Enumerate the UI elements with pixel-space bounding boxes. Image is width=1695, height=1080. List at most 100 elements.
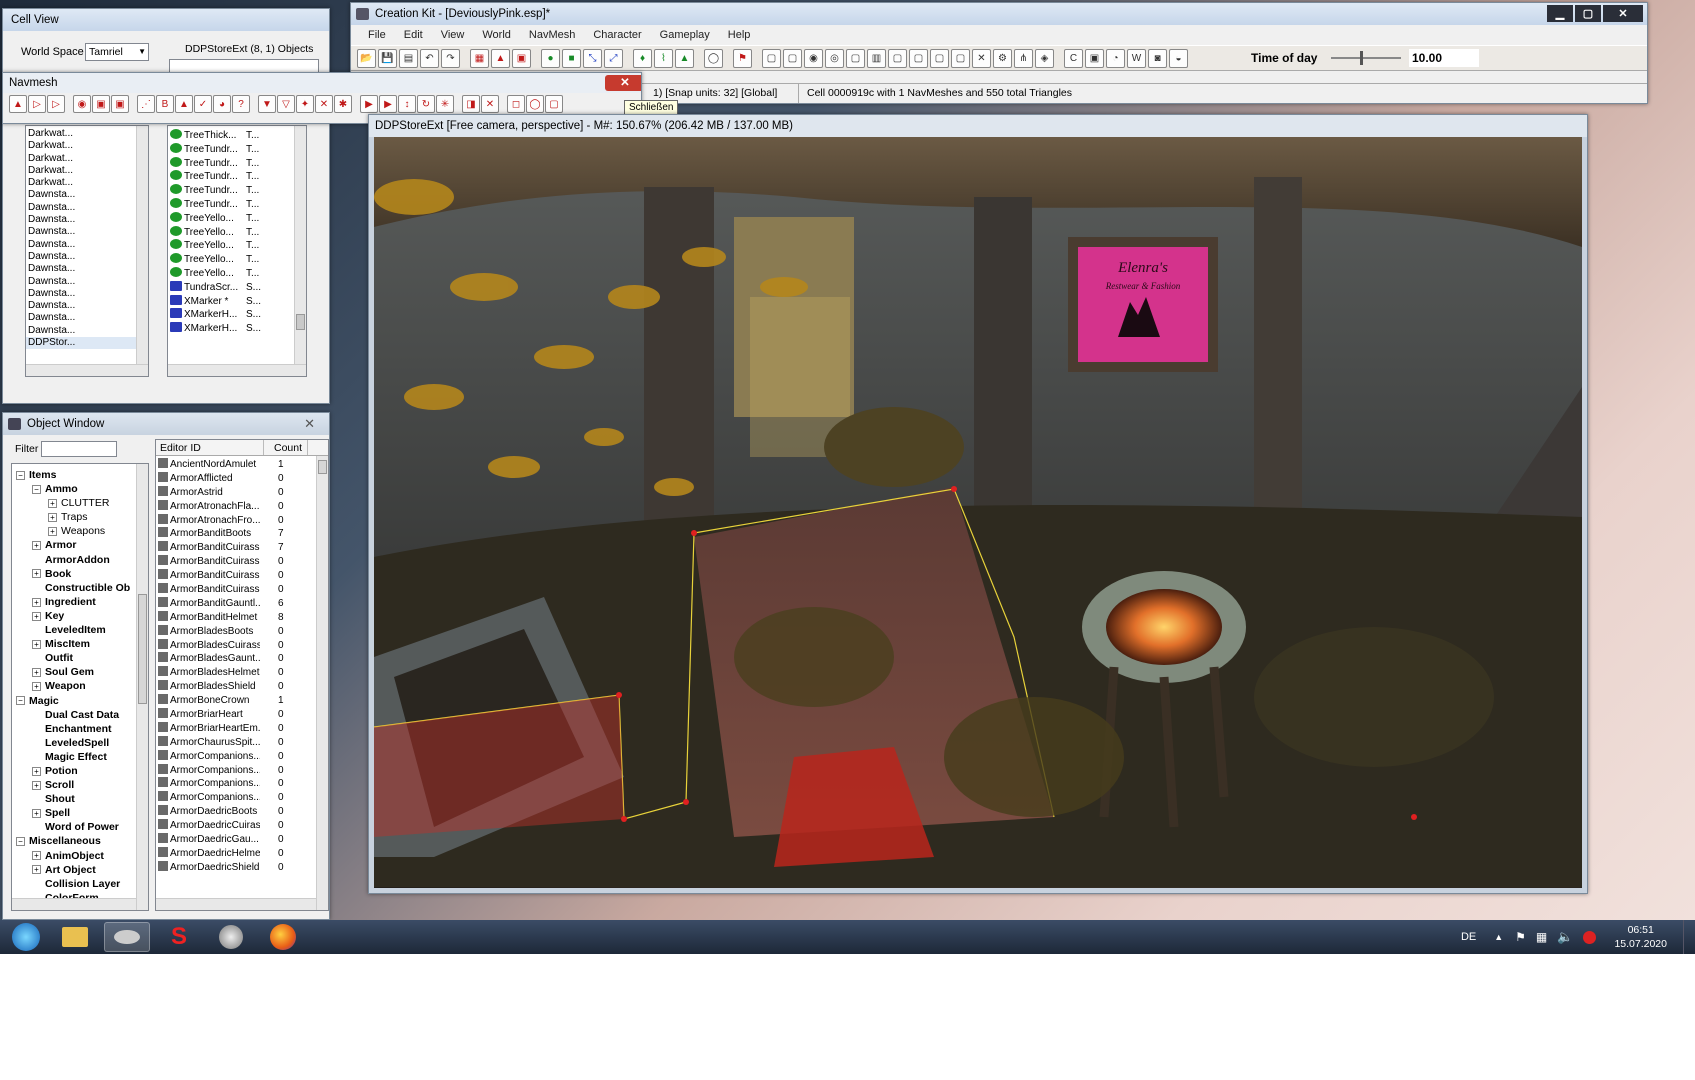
expand-icon[interactable]: +	[32, 851, 41, 861]
table-row[interactable]: TundraScr... S...	[168, 280, 306, 295]
object-list-vscroll[interactable]	[316, 456, 328, 910]
toolbar-button-icon[interactable]: ◎	[825, 48, 844, 68]
navmesh-tool-icon[interactable]: ◉	[73, 95, 91, 113]
toolbar-button-icon[interactable]: ◒	[1169, 48, 1188, 68]
navmesh-tool-icon[interactable]: ◕	[213, 95, 231, 113]
table-row[interactable]: XMarkerH... S...	[168, 322, 306, 336]
cell-list-hscroll[interactable]	[26, 364, 148, 376]
tree-item[interactable]: + Key	[12, 609, 148, 623]
tree-item[interactable]: − Magic	[12, 694, 148, 708]
close-icon[interactable]: ✕	[1603, 5, 1643, 22]
object-list-hscroll[interactable]	[156, 898, 316, 910]
close-icon[interactable]: ✕	[605, 75, 641, 91]
table-row[interactable]: AncientNordAmulet 1	[156, 458, 328, 472]
list-item[interactable]: Darkwat...	[26, 177, 148, 189]
list-item[interactable]: Dawnsta...	[26, 214, 148, 226]
table-row[interactable]: XMarker * S...	[168, 294, 306, 309]
tree-item[interactable]: + Scroll	[12, 778, 148, 792]
list-item[interactable]: Dawnsta...	[26, 189, 148, 201]
list-item[interactable]: Dawnsta...	[26, 325, 148, 337]
tree-item[interactable]: + MiscItem	[12, 637, 148, 651]
object-tree-hscroll[interactable]	[12, 898, 136, 910]
table-row[interactable]: ArmorBanditCuirass3 0	[156, 583, 328, 597]
toolbar-button-icon[interactable]: ♦	[633, 48, 652, 68]
navmesh-tool-icon[interactable]: ▷	[28, 95, 46, 113]
tree-item[interactable]: + Book	[12, 567, 148, 581]
table-row[interactable]: ArmorBoneCrown 1	[156, 694, 328, 708]
toolbar-button-icon[interactable]: W	[1127, 48, 1146, 68]
table-row[interactable]: TreeYello... T...	[168, 211, 306, 226]
expand-icon[interactable]: +	[32, 569, 41, 579]
table-row[interactable]: ArmorBriarHeart 0	[156, 708, 328, 722]
navmesh-tool-icon[interactable]: ◨	[462, 95, 480, 113]
table-row[interactable]: TreeYello... T...	[168, 253, 306, 267]
table-row[interactable]: ArmorBanditHelmet 8	[156, 610, 328, 625]
table-row[interactable]: ArmorDaedricGau... 0	[156, 833, 328, 847]
tree-item[interactable]: + Art Object	[12, 863, 148, 877]
tree-item[interactable]: Collision Layer	[12, 877, 148, 891]
object-window-titlebar[interactable]: Object Window ✕	[3, 413, 329, 435]
taskbar-explorer[interactable]	[52, 922, 98, 952]
tree-item[interactable]: + Weapon	[12, 679, 148, 693]
expand-icon[interactable]: +	[32, 808, 41, 818]
expand-icon[interactable]: +	[48, 498, 57, 508]
table-row[interactable]: ArmorBanditCuirass 7	[156, 541, 328, 555]
list-item[interactable]: Dawnsta...	[26, 226, 148, 238]
object-tree-vscroll[interactable]	[136, 464, 148, 910]
taskbar-firefox[interactable]	[260, 922, 306, 952]
navmesh-tool-icon[interactable]: ✕	[315, 95, 333, 113]
tree-item[interactable]: Magic Effect	[12, 750, 148, 764]
tree-item[interactable]: + Potion	[12, 764, 148, 778]
list-item[interactable]: Dawnsta...	[26, 202, 148, 214]
world-space-select[interactable]: Tamriel ▼	[85, 43, 149, 61]
navmesh-tool-icon[interactable]: ▲	[175, 95, 193, 113]
toolbar-button-icon[interactable]: ▢	[846, 48, 865, 68]
tree-item[interactable]: − Miscellaneous	[12, 834, 148, 848]
cell-object-vscroll[interactable]	[294, 126, 306, 376]
navmesh-tool-icon[interactable]: ✕	[481, 95, 499, 113]
toolbar-button-icon[interactable]: ⤢	[604, 48, 623, 68]
table-row[interactable]: TreeTundr... T...	[168, 142, 306, 157]
table-row[interactable]: ArmorDaedricShield 0	[156, 860, 328, 875]
menu-item-view[interactable]: View	[432, 25, 474, 45]
tree-item[interactable]: + Soul Gem	[12, 665, 148, 679]
table-row[interactable]: ArmorDaedricHelmet 0	[156, 846, 328, 861]
toolbar-button-icon[interactable]: ▢	[909, 48, 928, 68]
toolbar-button-icon[interactable]: ▢	[951, 48, 970, 68]
column-header-count[interactable]: Count	[264, 440, 308, 455]
network-icon[interactable]: ▦	[1536, 930, 1547, 944]
tree-item[interactable]: + AnimObject	[12, 849, 148, 863]
main-titlebar[interactable]: Creation Kit - [DeviouslyPink.esp]* ▁ ▢ …	[351, 3, 1647, 25]
tree-item[interactable]: + Spell	[12, 806, 148, 820]
toolbar-button-icon[interactable]: ⚙	[993, 48, 1012, 68]
table-row[interactable]: ArmorAtronachFro... 0	[156, 513, 328, 528]
list-item[interactable]: Dawnsta...	[26, 312, 148, 324]
tree-item[interactable]: + Armor	[12, 538, 148, 552]
navmesh-tool-icon[interactable]: ✦	[296, 95, 314, 113]
expand-icon[interactable]: +	[32, 611, 41, 621]
taskbar-app-circle[interactable]	[208, 922, 254, 952]
cell-object-list[interactable]: TreeThick... T... TreeTundr... T... TreeTund…	[167, 125, 307, 377]
toolbar-button-icon[interactable]: ⋔	[1014, 48, 1033, 68]
toolbar-button-icon[interactable]: ▢	[783, 48, 802, 68]
table-row[interactable]: ArmorCompanions... 0	[156, 749, 328, 764]
list-item[interactable]: Darkwat...	[26, 153, 148, 165]
list-item[interactable]: Dawnsta...	[26, 276, 148, 288]
cell-list-vscroll[interactable]	[136, 126, 148, 376]
column-header-editor-id[interactable]: Editor ID	[156, 440, 264, 455]
menu-item-file[interactable]: File	[359, 25, 395, 45]
cell-object-hscroll[interactable]	[168, 364, 306, 376]
expand-icon[interactable]: +	[32, 766, 41, 776]
list-item[interactable]: Dawnsta...	[26, 251, 148, 263]
toolbar-button-icon[interactable]: ■	[562, 48, 581, 68]
time-of-day-slider-thumb[interactable]	[1360, 51, 1364, 65]
table-row[interactable]: ArmorBanditCuirass1 0	[156, 555, 328, 569]
table-row[interactable]: ArmorAstrid 0	[156, 485, 328, 500]
table-row[interactable]: TreeYello... T...	[168, 239, 306, 253]
toolbar-button-icon[interactable]: ◙	[1148, 48, 1167, 68]
table-row[interactable]: ArmorBladesBoots 0	[156, 624, 328, 639]
navmesh-titlebar[interactable]: Navmesh ✕	[3, 73, 641, 93]
menu-item-edit[interactable]: Edit	[395, 25, 432, 45]
taskbar-creation-kit[interactable]	[104, 922, 150, 952]
navmesh-tool-icon[interactable]: ▼	[258, 95, 276, 113]
